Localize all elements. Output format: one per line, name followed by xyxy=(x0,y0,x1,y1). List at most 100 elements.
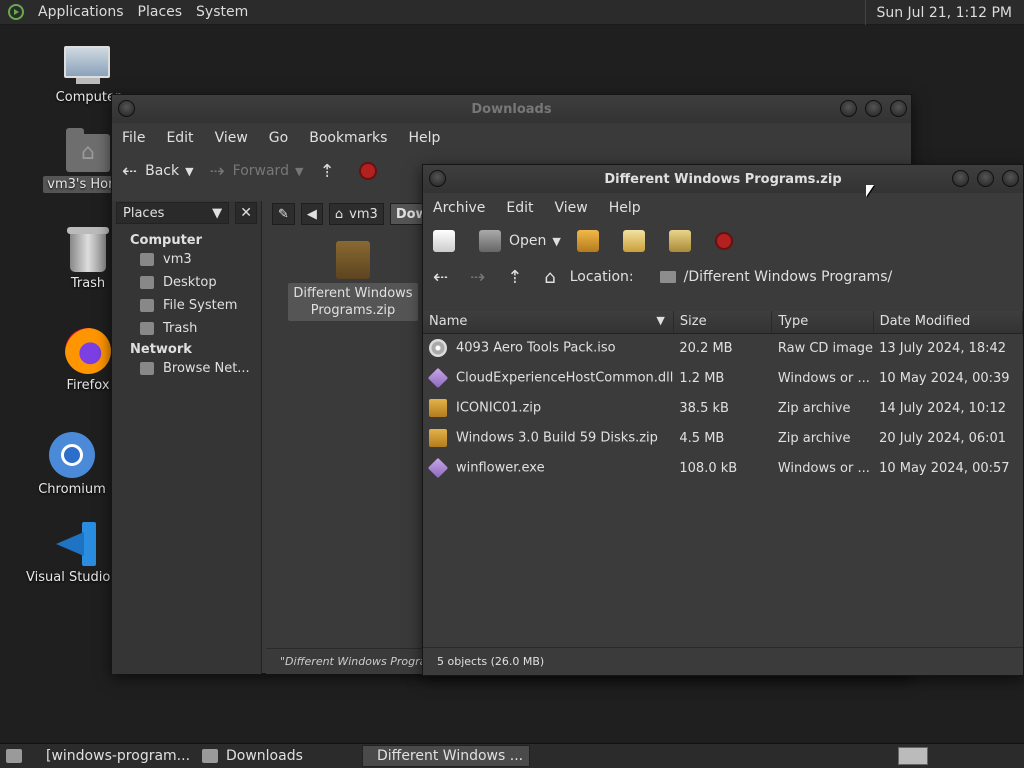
sidebar-item-trash[interactable]: Trash xyxy=(112,317,261,340)
vscode-icon xyxy=(54,522,98,566)
menu-file[interactable]: File xyxy=(122,130,145,146)
desktop-icon xyxy=(140,276,154,289)
path-button-vm3[interactable]: ⌂ vm3 xyxy=(328,203,384,225)
up-button[interactable]: ⇡ xyxy=(319,161,342,182)
path-scroll-left-button[interactable]: ◀ xyxy=(300,203,323,225)
stop-icon xyxy=(358,162,377,180)
new-archive-button[interactable] xyxy=(433,230,463,252)
stop-button[interactable] xyxy=(714,232,733,250)
desktop-icon-chromium[interactable]: Chromium xyxy=(22,432,122,497)
places-menu[interactable]: Places xyxy=(138,4,183,20)
chromium-icon xyxy=(49,432,95,478)
show-desktop-icon xyxy=(6,749,22,763)
home-folder-icon xyxy=(66,128,110,172)
file-row[interactable]: Windows 3.0 Build 59 Disks.zip 4.5 MB Zi… xyxy=(423,423,1023,453)
sidebar-item-label: File System xyxy=(163,298,238,313)
open-archive-button[interactable]: Open ▼ xyxy=(479,230,561,252)
top-menu: Applications Places System xyxy=(0,0,262,25)
archive-titlebar[interactable]: Different Windows Programs.zip xyxy=(423,165,1023,193)
menu-view[interactable]: View xyxy=(215,130,248,146)
file-row[interactable]: ICONIC01.zip 38.5 kB Zip archive 14 July… xyxy=(423,393,1023,423)
file-row[interactable]: CloudExperienceHostCommon.dll 1.2 MB Win… xyxy=(423,363,1023,393)
bottom-panel: [windows-program... Downloads Different … xyxy=(0,743,1024,768)
add-folder-icon xyxy=(668,230,691,252)
up-arrow-icon: ⇡ xyxy=(319,160,335,182)
trash-icon xyxy=(140,322,154,335)
show-desktop-button[interactable] xyxy=(0,745,28,767)
column-size[interactable]: Size xyxy=(673,311,773,334)
menu-archive[interactable]: Archive xyxy=(433,200,485,216)
file-size: 108.0 kB xyxy=(679,460,738,476)
clock[interactable]: Sun Jul 21, 1:12 PM xyxy=(865,0,1024,25)
file-type: Windows or ... xyxy=(777,460,870,476)
drive-icon xyxy=(140,299,154,312)
file-item[interactable]: Different Windows Programs.zip xyxy=(288,241,418,321)
close-icon[interactable] xyxy=(890,100,907,117)
sidebar-heading-network: Network xyxy=(130,342,192,357)
location-value: /Different Windows Programs/ xyxy=(683,269,893,285)
menu-edit[interactable]: Edit xyxy=(166,130,193,146)
system-menu[interactable]: System xyxy=(196,4,248,20)
disc-image-icon xyxy=(429,339,447,358)
maximize-icon[interactable] xyxy=(865,100,882,117)
workspace-switcher[interactable] xyxy=(898,747,928,765)
downloads-titlebar[interactable]: Downloads xyxy=(112,95,911,123)
maximize-icon[interactable] xyxy=(977,170,994,187)
taskbar-item-archive[interactable]: Different Windows ... xyxy=(362,745,530,767)
back-history-icon[interactable]: ▼ xyxy=(185,165,193,178)
menu-help[interactable]: Help xyxy=(609,200,641,216)
column-type[interactable]: Type xyxy=(771,311,874,334)
sidebar-selector[interactable]: Places ▼ xyxy=(116,202,230,224)
mouse-cursor-icon xyxy=(866,185,874,197)
window-menu-icon[interactable] xyxy=(118,100,135,117)
applications-menu[interactable]: Applications xyxy=(38,4,124,20)
up-arrow-icon[interactable]: ⇡ xyxy=(507,267,522,288)
forward-history-icon[interactable]: ▼ xyxy=(295,165,303,178)
minimize-icon[interactable] xyxy=(952,170,969,187)
zip-archive-icon xyxy=(429,399,447,417)
forward-label: Forward xyxy=(232,163,289,179)
taskbar-item-downloads[interactable]: Downloads xyxy=(196,745,358,767)
file-size: 4.5 MB xyxy=(679,430,725,446)
menu-bookmarks[interactable]: Bookmarks xyxy=(309,130,387,146)
sidebar-item-browse-network[interactable]: Browse Net... xyxy=(112,357,261,380)
close-sidebar-button[interactable]: ✕ xyxy=(235,202,257,224)
add-folder-button[interactable] xyxy=(668,230,699,252)
menu-help[interactable]: Help xyxy=(408,130,440,146)
computer-icon xyxy=(64,46,112,86)
sidebar-item-vm3[interactable]: vm3 xyxy=(112,248,261,271)
file-row[interactable]: 4093 Aero Tools Pack.iso 20.2 MB Raw CD … xyxy=(423,333,1023,363)
column-label: Name xyxy=(429,314,468,330)
edit-path-button[interactable]: ✎ xyxy=(272,203,295,225)
location-field[interactable]: /Different Windows Programs/ xyxy=(659,269,893,285)
forward-arrow-icon[interactable]: ⇢ xyxy=(470,267,485,288)
column-date[interactable]: Date Modified xyxy=(873,311,1024,334)
open-archive-icon xyxy=(479,230,501,252)
taskbar-item-firefox[interactable]: [windows-program... xyxy=(32,745,192,767)
column-name[interactable]: Name ▼ xyxy=(423,311,674,334)
archive-menubar: Archive Edit View Help xyxy=(423,193,1023,223)
chevron-down-icon[interactable]: ▼ xyxy=(552,235,560,248)
network-icon xyxy=(140,362,154,375)
sidebar-item-filesystem[interactable]: File System xyxy=(112,294,261,317)
executable-icon xyxy=(427,457,449,479)
home-icon[interactable]: ⌂ xyxy=(544,267,555,288)
extract-button[interactable] xyxy=(576,230,607,252)
forward-button[interactable]: ⇢ Forward ▼ xyxy=(210,161,304,182)
add-files-button[interactable] xyxy=(622,230,653,252)
menu-edit[interactable]: Edit xyxy=(506,200,533,216)
window-menu-icon[interactable] xyxy=(429,170,446,187)
file-size: 20.2 MB xyxy=(679,340,733,356)
menu-go[interactable]: Go xyxy=(269,130,288,146)
status-bar: 5 objects (26.0 MB) xyxy=(423,647,1023,675)
sidebar-item-desktop[interactable]: Desktop xyxy=(112,271,261,294)
menu-view[interactable]: View xyxy=(555,200,588,216)
stop-button[interactable] xyxy=(358,162,377,180)
back-label: Back xyxy=(145,163,180,179)
back-button[interactable]: ⇠ Back ▼ xyxy=(122,161,194,182)
minimize-icon[interactable] xyxy=(840,100,857,117)
close-icon[interactable] xyxy=(1002,170,1019,187)
distro-logo-icon[interactable] xyxy=(8,4,24,20)
back-arrow-icon[interactable]: ⇠ xyxy=(433,267,448,288)
file-row[interactable]: winflower.exe 108.0 kB Windows or ... 10… xyxy=(423,453,1023,483)
